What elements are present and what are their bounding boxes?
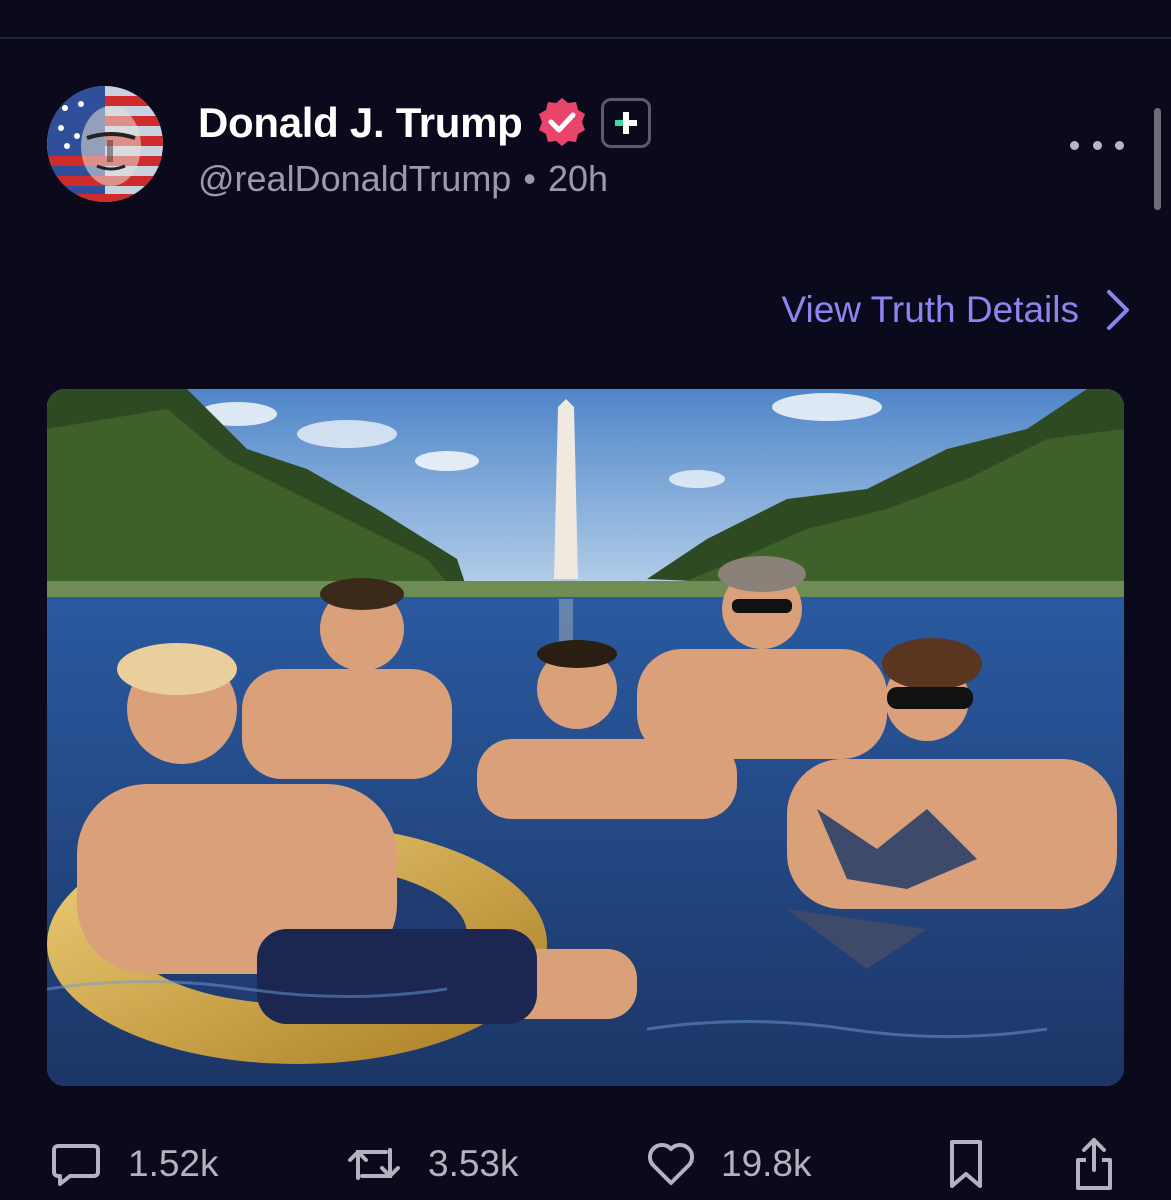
avatar-image xyxy=(47,86,163,202)
author-meta: @realDonaldTrump • 20h xyxy=(198,158,608,200)
post-timestamp: 20h xyxy=(547,158,609,199)
author-avatar[interactable] xyxy=(47,86,163,202)
ellipsis-dot xyxy=(1070,140,1079,150)
plus-badge-icon xyxy=(600,98,651,148)
retruth-button[interactable]: 3.53k xyxy=(346,1132,519,1196)
verified-badge-icon xyxy=(538,98,585,146)
details-link-label: View Truth Details xyxy=(781,289,1080,330)
post-actions-bar: 1.52k 3.53k 19.8k xyxy=(0,1132,1171,1196)
bookmark-button[interactable] xyxy=(946,1132,986,1196)
ellipsis-dot xyxy=(1092,140,1102,150)
author-handle[interactable]: @realDonaldTrump xyxy=(198,158,511,199)
speech-bubble-icon xyxy=(52,1144,100,1186)
like-button[interactable]: 19.8k xyxy=(647,1132,812,1196)
like-count: 19.8k xyxy=(721,1143,812,1184)
top-divider xyxy=(0,37,1171,39)
heart-icon xyxy=(647,1142,695,1185)
share-button[interactable] xyxy=(1072,1132,1116,1196)
chevron-right-icon xyxy=(1107,290,1129,330)
scrollbar-thumb[interactable] xyxy=(1154,108,1161,210)
view-truth-details-link[interactable]: View Truth Details xyxy=(782,282,1132,338)
meta-separator: • xyxy=(523,158,536,199)
repost-arrows-icon xyxy=(348,1148,400,1180)
ellipsis-dot xyxy=(1115,140,1124,150)
retruth-count: 3.53k xyxy=(428,1143,519,1184)
post-image[interactable] xyxy=(47,389,1124,1086)
reply-count: 1.52k xyxy=(128,1143,219,1184)
more-options-button[interactable] xyxy=(1070,130,1124,160)
reply-button[interactable]: 1.52k xyxy=(50,1132,219,1196)
author-name-row: Donald J. Trump xyxy=(198,92,651,154)
plus-icon xyxy=(614,112,637,134)
post-photo xyxy=(47,389,1124,1086)
author-display-name[interactable]: Donald J. Trump xyxy=(198,99,523,147)
bookmark-icon xyxy=(950,1140,982,1188)
share-icon xyxy=(1076,1138,1112,1190)
